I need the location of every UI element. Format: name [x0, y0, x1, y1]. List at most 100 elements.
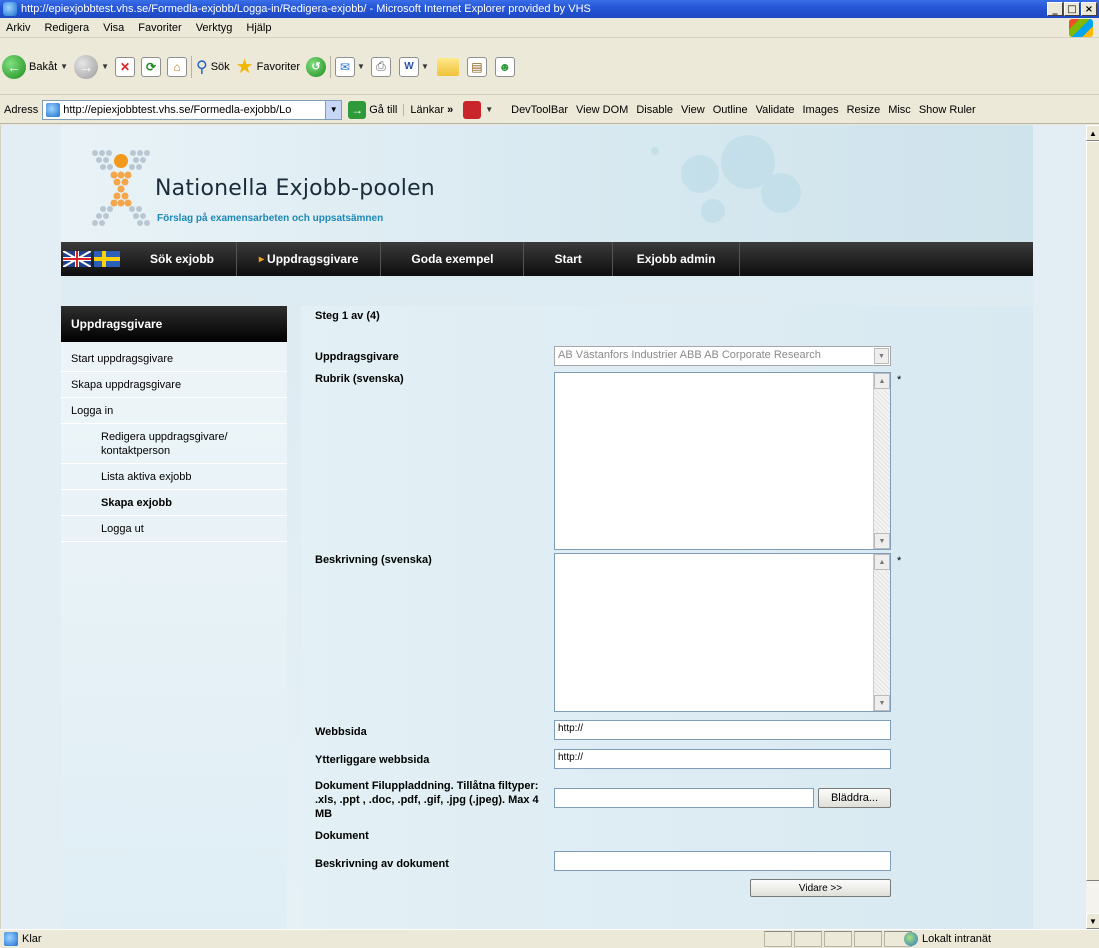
intranet-icon — [904, 932, 918, 946]
go-button[interactable]: Gå till — [369, 104, 397, 116]
back-arrow-icon: ← — [2, 54, 26, 79]
page: Nationella Exjobb-poolen Förslag på exam… — [61, 125, 1033, 929]
sidebar-item-logga-in[interactable]: Logga in — [61, 398, 287, 424]
sidebar: Uppdragsgivare Start uppdragsgivare Skap… — [61, 306, 287, 929]
scroll-down-icon[interactable]: ▼ — [874, 695, 890, 711]
status-bar: Klar Lokalt intranät — [0, 929, 1099, 948]
go-arrow-icon[interactable]: → — [348, 100, 367, 119]
chevron-down-icon[interactable]: ▼ — [874, 348, 889, 364]
chevron-down-icon[interactable]: ▼ — [485, 105, 493, 114]
search-button[interactable]: ⚲ Sök — [196, 57, 230, 77]
devtoolbar: DevToolBar View DOM Disable View Outline… — [511, 104, 976, 116]
textarea-scrollbar[interactable]: ▲ ▼ — [873, 554, 890, 711]
acrobat-icon[interactable] — [463, 100, 482, 119]
view-button[interactable]: View — [681, 104, 705, 116]
menu-favoriter[interactable]: Favoriter — [132, 22, 189, 34]
home-icon[interactable]: ⌂ — [166, 56, 187, 77]
chevron-down-icon[interactable]: ▼ — [325, 100, 342, 119]
close-button[interactable]: × — [1081, 2, 1097, 16]
messenger-icon[interactable]: ☻ — [494, 56, 515, 77]
scroll-down-icon[interactable]: ▼ — [1086, 913, 1099, 929]
browse-button[interactable]: Bläddra... — [818, 788, 891, 808]
forward-button[interactable]: → ▼ — [74, 54, 109, 79]
heading-textarea[interactable]: ▲ ▼ — [554, 372, 891, 550]
page-scrollbar[interactable]: ▲ ▼ — [1085, 125, 1099, 929]
site-title[interactable]: Nationella Exjobb-poolen — [155, 176, 435, 201]
print-icon[interactable]: ⎙ — [370, 56, 391, 77]
description-textarea[interactable]: ▲ ▼ — [554, 553, 891, 712]
nav-start[interactable]: Start — [524, 242, 613, 276]
nav-goda-exempel[interactable]: Goda exempel — [381, 242, 525, 276]
menu-arkiv[interactable]: Arkiv — [0, 22, 38, 34]
devtoolbar-label[interactable]: DevToolBar — [511, 104, 568, 116]
chevron-down-icon[interactable]: ▼ — [421, 62, 429, 71]
required-marker: * — [897, 374, 902, 386]
stop-icon[interactable]: ✕ — [114, 56, 135, 77]
menu-hjalp[interactable]: Hjälp — [240, 22, 279, 34]
research-icon[interactable]: ▤ — [466, 56, 487, 77]
chevron-down-icon[interactable]: ▼ — [101, 62, 109, 71]
word-edit-icon[interactable]: W — [398, 56, 419, 77]
notes-icon[interactable] — [436, 57, 459, 76]
status-text: Klar — [22, 933, 42, 945]
disable-button[interactable]: Disable — [636, 104, 673, 116]
extra-website-label: Ytterliggare webbsida — [315, 754, 430, 766]
mail-icon[interactable]: ✉ — [335, 56, 356, 77]
main-nav: Sök exjobb Uppdragsgivare Goda exempel S… — [61, 242, 1033, 276]
client-select[interactable]: AB Västanfors Industrier ABB AB Corporat… — [554, 346, 891, 366]
site-tagline: Förslag på examensarbeten och uppsatsämn… — [157, 213, 384, 224]
nav-exjobb-admin[interactable]: Exjobb admin — [613, 242, 741, 276]
address-bar: Adress http://epiexjobbtest.vhs.se/Forme… — [0, 96, 1099, 124]
maximize-button[interactable]: □ — [1064, 2, 1080, 16]
sidebar-item-lista-aktiva[interactable]: Lista aktiva exjobb — [61, 464, 287, 490]
links-toolbar[interactable]: Länkar » — [403, 103, 459, 116]
back-button[interactable]: ← Bakåt ▼ — [2, 54, 68, 79]
show-ruler-button[interactable]: Show Ruler — [919, 104, 976, 116]
chevron-down-icon[interactable]: ▼ — [357, 62, 365, 71]
scroll-down-icon[interactable]: ▼ — [874, 533, 890, 549]
menu-visa[interactable]: Visa — [97, 22, 132, 34]
menu-verktyg[interactable]: Verktyg — [190, 22, 241, 34]
minimize-button[interactable]: _ — [1047, 2, 1063, 16]
document-file-input[interactable] — [554, 788, 814, 808]
favorites-button[interactable]: ★ Favoriter — [236, 54, 300, 79]
address-input[interactable]: http://epiexjobbtest.vhs.se/Formedla-exj… — [42, 99, 343, 120]
chevron-down-icon[interactable]: ▼ — [60, 62, 68, 71]
images-button[interactable]: Images — [803, 104, 839, 116]
site-logo-icon[interactable] — [89, 147, 153, 227]
misc-button[interactable]: Misc — [888, 104, 911, 116]
nav-sok-exjobb[interactable]: Sök exjobb — [120, 242, 238, 276]
address-url[interactable]: http://epiexjobbtest.vhs.se/Formedla-exj… — [63, 104, 325, 116]
nav-uppdragsgivare[interactable]: Uppdragsgivare — [237, 242, 382, 276]
document-description-input[interactable] — [554, 851, 891, 871]
sidebar-item-logga-ut[interactable]: Logga ut — [61, 516, 287, 542]
step-indicator: Steg 1 av (4) — [315, 310, 380, 322]
website-input[interactable]: http:// — [554, 720, 891, 740]
menu-redigera[interactable]: Redigera — [38, 22, 97, 34]
scroll-up-icon[interactable]: ▲ — [1086, 125, 1099, 141]
outline-button[interactable]: Outline — [713, 104, 748, 116]
history-icon[interactable]: ↺ — [306, 56, 327, 77]
sidebar-item-redigera[interactable]: Redigera uppdragsgivare/ kontaktperson — [61, 424, 287, 464]
scroll-up-icon[interactable]: ▲ — [874, 373, 890, 389]
search-icon: ⚲ — [195, 58, 208, 76]
links-more[interactable]: » — [447, 104, 453, 116]
resize-button[interactable]: Resize — [847, 104, 881, 116]
validate-button[interactable]: Validate — [756, 104, 795, 116]
scroll-up-icon[interactable]: ▲ — [874, 554, 890, 570]
refresh-icon[interactable]: ⟳ — [140, 56, 161, 77]
sidebar-item-start-uppdragsgivare[interactable]: Start uppdragsgivare — [61, 346, 287, 372]
sidebar-item-skapa-uppdragsgivare[interactable]: Skapa uppdragsgivare — [61, 372, 287, 398]
uk-flag-icon[interactable] — [63, 251, 91, 267]
sidebar-item-skapa-exjobb[interactable]: Skapa exjobb — [61, 490, 287, 516]
sweden-flag-icon[interactable] — [94, 251, 120, 267]
menu-bar: Arkiv Redigera Visa Favoriter Verktyg Hj… — [0, 18, 1099, 38]
textarea-scrollbar[interactable]: ▲ ▼ — [873, 373, 890, 549]
view-dom-button[interactable]: View DOM — [576, 104, 628, 116]
extra-website-input[interactable]: http:// — [554, 749, 891, 769]
status-panels — [764, 931, 912, 947]
scrollbar-thumb[interactable] — [1086, 141, 1099, 881]
document-label: Dokument — [315, 830, 369, 842]
next-button[interactable]: Vidare >> — [750, 879, 891, 897]
links-label: Länkar — [410, 103, 445, 116]
